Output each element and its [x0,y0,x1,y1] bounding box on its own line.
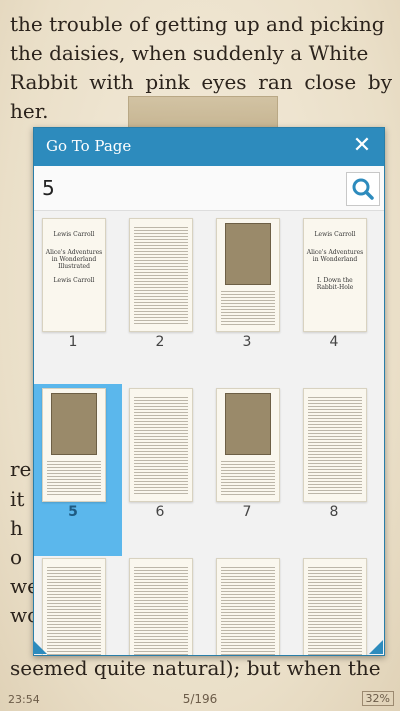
page-number-label: 7 [242,504,252,520]
go-to-page-dialog: Go To Page ✕ Lewis Carroll Alice's Advent… [33,127,385,656]
page-thumbnail[interactable]: 8 [295,384,383,556]
preview-illustration [225,223,271,285]
page-preview-image: Lewis Carroll Alice's Adventures in Wonde… [303,218,367,332]
page-preview-image [216,218,280,332]
reader-fragment: h [10,516,23,540]
preview-text-lines [221,459,275,495]
page-thumbnail[interactable]: 5 [34,384,122,556]
preview-title-text: Alice's Adventures in Wonderland Illustr… [45,249,103,270]
preview-title-text: Lewis Carroll [314,231,356,238]
page-number-input[interactable] [40,172,334,204]
page-thumbnail[interactable]: 3 [208,214,296,386]
illustration-strip [128,96,278,130]
preview-text-lines [308,395,362,495]
reader-fragment: it [10,487,25,511]
page-preview-image [216,388,280,502]
page-number-label: 5 [68,504,78,520]
page-number-label: 8 [329,504,339,520]
preview-text-lines [47,565,101,655]
page-number-label: 4 [329,334,339,350]
page-thumbnail[interactable]: Lewis Carroll Alice's Adventures in Wonde… [295,214,383,386]
preview-text-lines [134,395,188,495]
page-number-label: 1 [68,334,78,350]
page-thumbnail[interactable]: 9 [34,554,122,655]
reader-bottom-line: seemed quite natural); but when the [10,656,381,680]
page-number-label: 2 [155,334,165,350]
page-preview-image [129,558,193,655]
page-thumbnail[interactable]: 6 [121,384,209,556]
resize-handle-left[interactable] [33,640,47,654]
preview-title-text: Alice's Adventures in Wonderland [306,249,364,263]
close-button[interactable]: ✕ [350,134,374,158]
preview-text-lines [221,289,275,325]
preview-illustration [225,393,271,455]
reader-fragment: re [10,457,32,481]
page-preview-image [303,558,367,655]
reader-fragment: o [10,545,23,569]
progress-percent: 32% [361,691,394,706]
preview-text-lines [134,565,188,655]
page-number-label: 6 [155,504,165,520]
reader-line: the daisies, when suddenly a White [10,41,369,65]
preview-text-lines [308,565,362,655]
page-thumbnail[interactable]: 10 [121,554,209,655]
preview-illustration [51,393,97,455]
resize-handle-right[interactable] [369,640,383,654]
preview-title-text: Lewis Carroll [53,277,95,284]
dialog-header: Go To Page ✕ [34,128,384,166]
page-preview-image [42,388,106,502]
page-thumbnail[interactable]: 7 [208,384,296,556]
page-search-row [34,166,384,211]
reader-line: the trouble of getting up and picking [10,12,385,36]
page-thumbnail[interactable]: 11 [208,554,296,655]
page-preview-image [129,388,193,502]
page-preview-image [216,558,280,655]
preview-text-lines [134,225,188,325]
page-counter: 5/196 [182,692,218,706]
page-preview-image [303,388,367,502]
search-icon [352,178,374,200]
dialog-title: Go To Page [46,137,132,155]
status-bar: 23:54 5/196 32% [0,689,400,711]
search-button[interactable] [346,172,380,206]
page-preview-image: Lewis Carroll Alice's Adventures in Wonde… [42,218,106,332]
page-preview-image [129,218,193,332]
preview-text-lines [221,565,275,655]
page-thumbnail[interactable]: 2 [121,214,209,386]
preview-text-lines [47,459,101,495]
preview-title-text: Lewis Carroll [53,231,95,238]
page-thumbnail[interactable]: Lewis Carroll Alice's Adventures in Wonde… [34,214,122,386]
page-preview-image [42,558,106,655]
page-number-label: 3 [242,334,252,350]
preview-title-text: I. Down the Rabbit-Hole [316,277,354,291]
